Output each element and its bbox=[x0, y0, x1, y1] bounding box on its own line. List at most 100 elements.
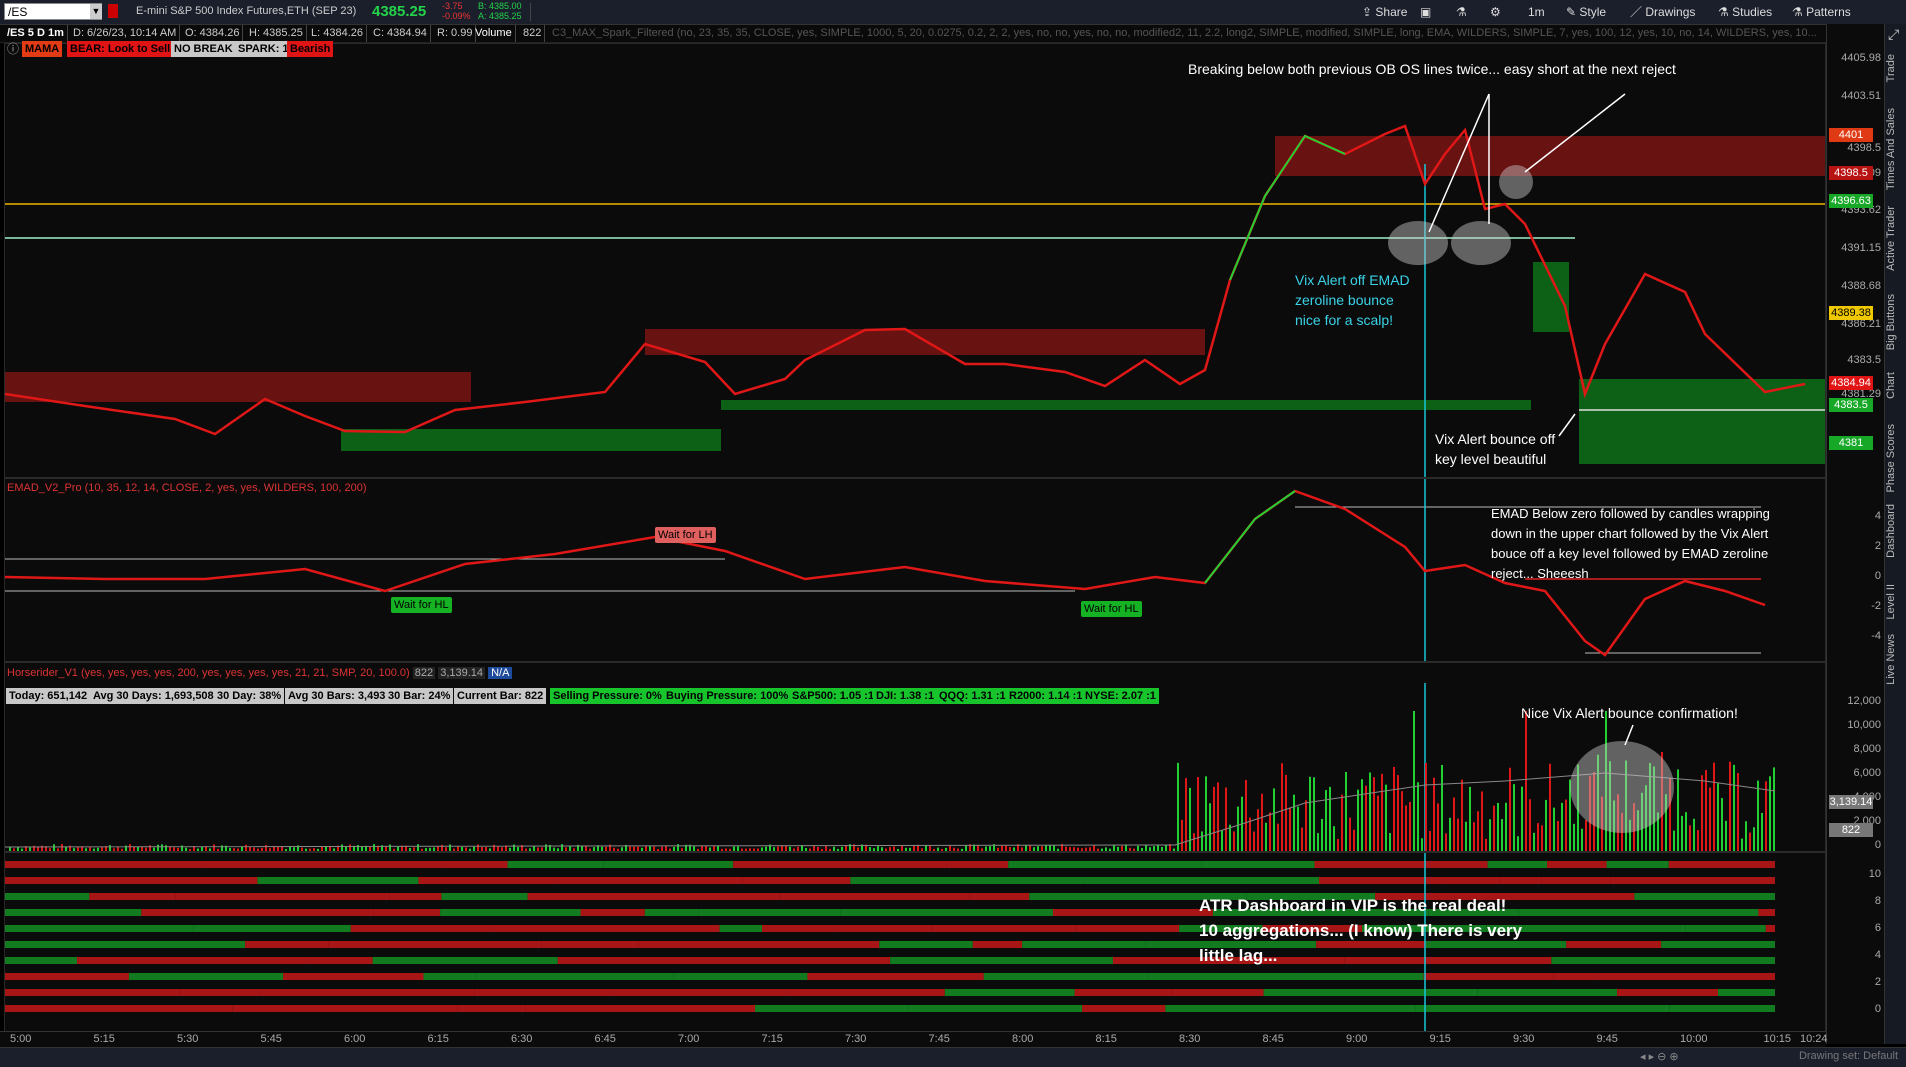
emad-axis-label: -2 bbox=[1871, 600, 1881, 612]
volume-bar bbox=[153, 847, 155, 851]
annotation-line-1: ATR Dashboard in VIP is the real deal! bbox=[1199, 896, 1507, 915]
price-tag-support: 4381 bbox=[1829, 436, 1873, 450]
flask-icon[interactable]: ⚗ bbox=[1456, 4, 1467, 20]
volume-bar bbox=[1357, 789, 1359, 851]
atr-cell bbox=[1669, 1005, 1751, 1012]
emad-series-up[interactable] bbox=[1204, 490, 1296, 584]
emad-axis-label: -4 bbox=[1871, 630, 1881, 642]
atr-cell bbox=[389, 893, 442, 900]
style-button[interactable]: ✎ Style bbox=[1566, 4, 1606, 20]
atr-cell bbox=[457, 1005, 526, 1012]
volume-bar bbox=[1545, 799, 1547, 851]
volume-bar bbox=[1445, 833, 1447, 851]
volume-bar bbox=[1565, 799, 1567, 851]
tab-times-and-sales[interactable]: Times And Sales bbox=[1885, 108, 1906, 190]
price-pane[interactable]: ⓘ MAMA BEAR: Look to Sell NO BREAK SPARK… bbox=[4, 40, 1826, 478]
volume-bar bbox=[1677, 769, 1679, 851]
volume-title[interactable]: Horserider_V1 (yes, yes, yes, yes, 200, … bbox=[7, 667, 513, 679]
atr-cell bbox=[328, 941, 542, 948]
volume-bar bbox=[1193, 833, 1195, 851]
support-zone bbox=[1579, 379, 1825, 464]
emad-title[interactable]: EMAD_V2_Pro (10, 35, 12, 14, CLOSE, 2, y… bbox=[7, 482, 367, 494]
timeframe-button[interactable]: 1m bbox=[1528, 4, 1545, 20]
atr-cell bbox=[1634, 893, 1775, 900]
volume-bar bbox=[65, 846, 67, 851]
atr-cell bbox=[476, 973, 674, 980]
price-axis[interactable]: 4405.984403.514398.54396.094393.624391.1… bbox=[1826, 24, 1885, 1044]
time-axis-label: 10:00 bbox=[1680, 1033, 1708, 1045]
gear-icon[interactable]: ⚙ bbox=[1490, 4, 1501, 20]
volume-bar bbox=[525, 848, 527, 851]
price-chart[interactable] bbox=[5, 44, 1825, 477]
volume-bar bbox=[729, 848, 731, 851]
volume-bar bbox=[573, 848, 575, 851]
highlight-circle bbox=[1570, 741, 1674, 833]
volume-bar bbox=[1057, 848, 1059, 851]
volume-bar bbox=[1361, 779, 1363, 851]
volume-bar bbox=[1001, 845, 1003, 851]
volume-bar bbox=[1121, 845, 1123, 851]
studies-button[interactable]: ⚗ Studies bbox=[1718, 4, 1772, 20]
share-button[interactable]: ⇪ Share bbox=[1362, 4, 1407, 20]
chevron-down-icon[interactable]: ▼ bbox=[90, 4, 102, 19]
volume-bar bbox=[905, 847, 907, 851]
symbol-input[interactable]: /ES bbox=[4, 3, 102, 20]
volume-bar bbox=[1453, 797, 1455, 851]
info-icon[interactable]: ⓘ bbox=[7, 40, 19, 57]
tab-big-buttons[interactable]: Big Buttons bbox=[1885, 294, 1906, 350]
volume-bar bbox=[581, 846, 583, 851]
volume-bar bbox=[313, 848, 315, 851]
tab-phase-scores[interactable]: Phase Scores bbox=[1885, 424, 1906, 492]
atr-cell bbox=[908, 1005, 1083, 1012]
volume-bar bbox=[901, 845, 903, 851]
scroll-controls[interactable]: ◂ ▸ ⊖ ⊕ bbox=[1640, 1050, 1679, 1063]
volume-bar bbox=[1301, 827, 1303, 851]
tab-level-ii[interactable]: Level II bbox=[1885, 584, 1906, 619]
atr-cell bbox=[1750, 1005, 1775, 1012]
tab-dashboard[interactable]: Dashboard bbox=[1885, 504, 1906, 558]
volume-bar bbox=[1373, 777, 1375, 851]
snapshot-icon[interactable]: ▣ bbox=[1420, 4, 1431, 20]
volume-bar bbox=[1109, 848, 1111, 851]
tab-live-news[interactable]: Live News bbox=[1885, 634, 1906, 685]
atr-cell bbox=[1606, 861, 1669, 868]
time-axis-label: 7:30 bbox=[845, 1033, 867, 1045]
volume-bar bbox=[185, 847, 187, 851]
atr-dashboard[interactable] bbox=[5, 853, 1825, 1031]
collapse-icon[interactable]: ⤢ bbox=[1888, 26, 1899, 43]
volume-bar bbox=[1761, 812, 1763, 851]
volume-bar bbox=[761, 847, 763, 851]
volume-bar bbox=[1309, 776, 1311, 851]
time-axis[interactable]: 5:00 5:15 5:30 5:45 6:00 6:15 6:30 6:45 7:00 7:15… bbox=[0, 1031, 1828, 1048]
drawings-button[interactable]: ／ Drawings bbox=[1630, 4, 1695, 20]
volume-bar bbox=[529, 848, 531, 851]
atr-cell bbox=[1052, 909, 1213, 916]
tab-active-trader[interactable]: Active Trader bbox=[1885, 206, 1906, 271]
volume-bar bbox=[197, 848, 199, 851]
volume-bar bbox=[333, 848, 335, 851]
buying-pressure: Buying Pressure: 100% bbox=[663, 688, 792, 704]
emad-axis-label: 2 bbox=[1874, 540, 1881, 552]
volume-bar bbox=[613, 847, 615, 851]
share-label: Share bbox=[1375, 5, 1408, 19]
annotation-line-2: key level beautiful bbox=[1435, 451, 1547, 467]
patterns-button[interactable]: ⚗ Patterns bbox=[1792, 4, 1851, 20]
volume-bar bbox=[269, 848, 271, 851]
volume-bar bbox=[89, 847, 91, 851]
volume-title-text: Horserider_V1 (yes, yes, yes, yes, 200, … bbox=[7, 667, 410, 679]
volume-bar bbox=[1369, 772, 1371, 851]
volume-bar bbox=[1281, 763, 1283, 851]
atr-dashboard-pane[interactable]: ATR Dashboard in VIP is the real deal! 1… bbox=[4, 852, 1826, 1032]
patterns-icon: ⚗ bbox=[1792, 5, 1803, 19]
tab-chart[interactable]: Chart bbox=[1885, 372, 1906, 399]
volume-bar bbox=[1729, 761, 1731, 851]
annotation-line bbox=[1558, 413, 1576, 437]
study-params[interactable]: C3_MAX_Spark_Filtered (no, 23, 35, 35, C… bbox=[552, 25, 1822, 42]
atr-cell bbox=[5, 973, 129, 980]
volume-bar bbox=[253, 847, 255, 851]
drawing-set-selector[interactable]: Drawing set: Default bbox=[1799, 1050, 1898, 1062]
flag-icon[interactable] bbox=[108, 4, 118, 18]
bear-tag: BEAR: Look to Sell bbox=[67, 41, 174, 57]
emad-pane[interactable]: EMAD_V2_Pro (10, 35, 12, 14, CLOSE, 2, y… bbox=[4, 478, 1826, 662]
tab-trade[interactable]: Trade bbox=[1885, 54, 1906, 82]
